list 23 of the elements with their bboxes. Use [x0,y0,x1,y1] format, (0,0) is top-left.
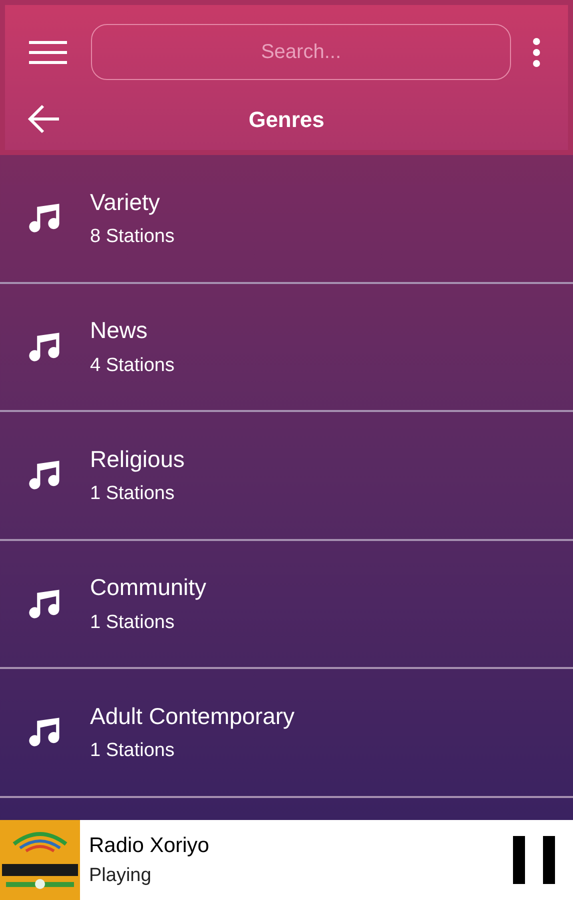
station-count: 8 Stations [90,225,174,250]
genre-name: News [90,316,149,346]
genre-item[interactable]: Variety 8 Stations [0,155,573,284]
station-name: Radio Xoriyo [89,833,210,859]
station-count: 1 Stations [90,739,176,764]
menu-icon[interactable] [29,40,67,64]
genre-name: Variety [90,188,161,217]
genre-item[interactable]: Adult Contemporary 1 Stations [0,669,573,798]
more-options-icon[interactable] [533,38,540,66]
playback-status: Playing [89,864,152,888]
genre-name: Community [90,573,206,602]
genre-item[interactable]: News 4 Stations [0,284,573,412]
genre-name: Religious [90,444,185,474]
station-count: 1 Stations [90,610,176,635]
genre-name: Adult Contemporary [90,702,295,731]
search-field[interactable]: Search... [91,24,511,80]
station-count: 4 Stations [90,354,174,378]
station-count: 1 Stations [90,482,176,506]
genre-item[interactable]: Community 1 Stations [0,540,573,669]
pause-icon[interactable] [513,836,555,884]
page-title: Genres [248,106,324,134]
back-arrow-icon[interactable] [27,104,61,134]
genre-item[interactable]: Religious 1 Stations [0,412,573,540]
